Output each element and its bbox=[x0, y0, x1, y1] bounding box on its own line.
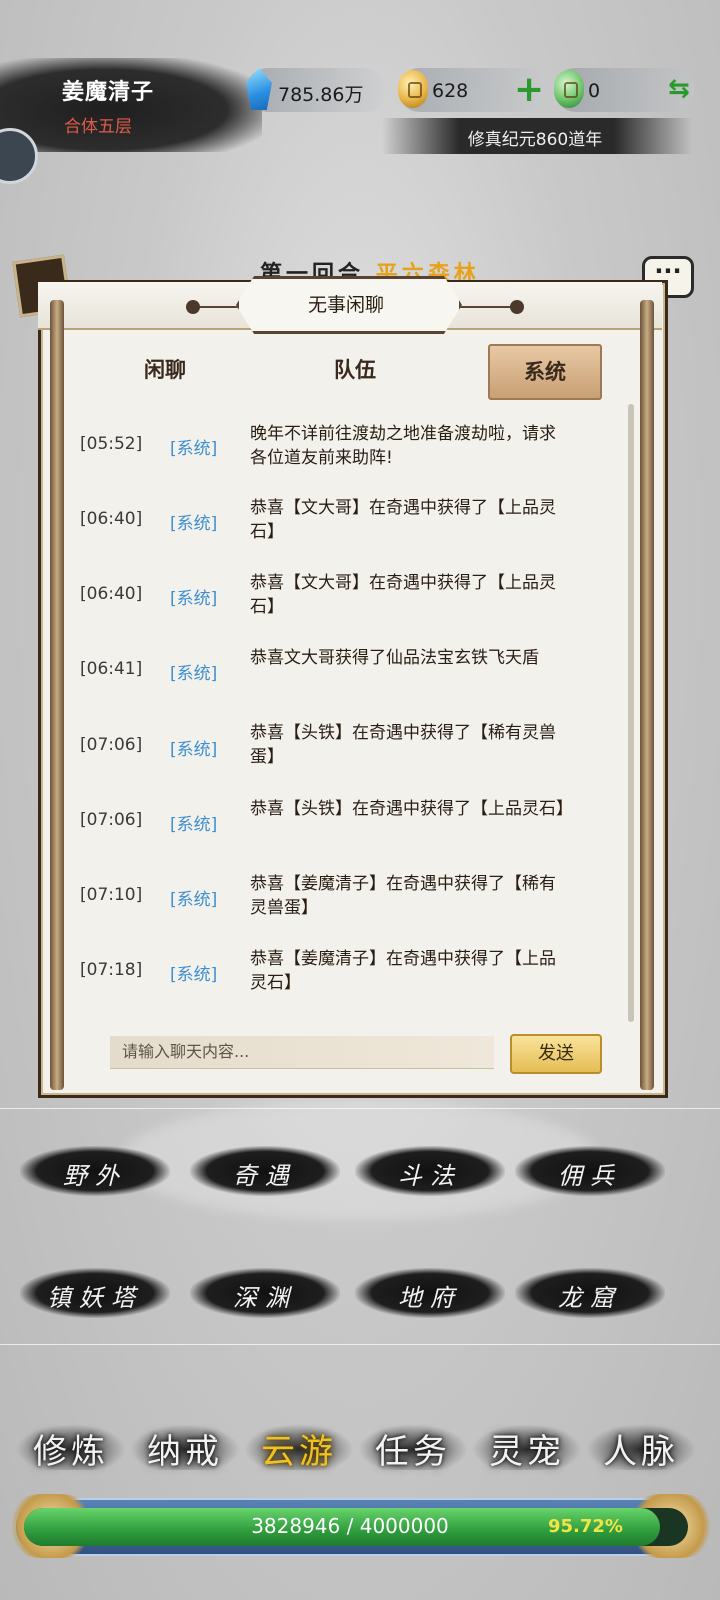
message-time: [07:06] bbox=[80, 735, 143, 755]
message-tag[interactable]: [系统] bbox=[170, 584, 217, 609]
action-mercenary-button[interactable]: 佣兵 bbox=[515, 1156, 665, 1191]
message-time: [06:40] bbox=[80, 584, 143, 604]
message-text: 恭喜【头铁】在奇遇中获得了【稀有灵兽蛋】 bbox=[250, 723, 556, 767]
title-knob-right bbox=[510, 300, 524, 314]
nav-item-cultivate[interactable]: 修炼 bbox=[16, 1424, 126, 1473]
message-tag[interactable]: [系统] bbox=[170, 434, 217, 459]
action-dragon-cave-button[interactable]: 龙窟 bbox=[515, 1278, 665, 1313]
tab-team[interactable]: 队伍 bbox=[300, 344, 410, 396]
message-text: 恭喜【姜魔清子】在奇遇中获得了【上品灵石】 bbox=[250, 949, 556, 993]
send-button[interactable]: 发送 bbox=[510, 1034, 602, 1074]
nav-item-contacts[interactable]: 人脉 bbox=[586, 1424, 696, 1473]
message-tag[interactable]: [系统] bbox=[170, 885, 217, 910]
message-time: [06:41] bbox=[80, 659, 143, 679]
message-text: 恭喜文大哥获得了仙品法宝玄铁飞天盾 bbox=[250, 648, 539, 668]
spirit-stone-count: 785.86万 bbox=[278, 84, 364, 106]
plus-icon[interactable]: + bbox=[514, 72, 544, 108]
message-text: 恭喜【文大哥】在奇遇中获得了【上品灵石】 bbox=[250, 573, 556, 617]
message-text: 恭喜【头铁】在奇遇中获得了【上品灵石】 bbox=[250, 799, 573, 819]
jade-count: 0 bbox=[588, 80, 601, 102]
message-tag[interactable]: [系统] bbox=[170, 810, 217, 835]
scroll-rod-left bbox=[50, 300, 64, 1090]
divider bbox=[0, 1108, 720, 1109]
chat-input[interactable]: 请输入聊天内容... bbox=[110, 1036, 494, 1069]
gold-count: 628 bbox=[432, 80, 469, 102]
message-text: 恭喜【姜魔清子】在奇遇中获得了【稀有灵兽蛋】 bbox=[250, 874, 556, 918]
message-time: [07:18] bbox=[80, 960, 143, 980]
scroll-rod-right bbox=[640, 300, 654, 1090]
xp-percent: 95.72% bbox=[548, 1516, 623, 1537]
action-abyss-button[interactable]: 深渊 bbox=[190, 1278, 340, 1313]
tab-chat[interactable]: 闲聊 bbox=[110, 344, 220, 396]
message-time: [07:10] bbox=[80, 885, 143, 905]
action-adventure-button[interactable]: 奇遇 bbox=[190, 1156, 340, 1191]
action-tower-button[interactable]: 镇妖塔 bbox=[20, 1278, 170, 1313]
gold-coin-icon bbox=[398, 70, 428, 108]
message-tag[interactable]: [系统] bbox=[170, 960, 217, 985]
title-knob-left bbox=[186, 300, 200, 314]
nav-item-travel[interactable]: 云游 bbox=[244, 1424, 354, 1473]
xp-text: 3828946 / 4000000 bbox=[251, 1514, 449, 1538]
nav-item-pets[interactable]: 灵宠 bbox=[472, 1424, 582, 1473]
chat-title: 无事闲聊 bbox=[307, 294, 384, 316]
jade-coin-icon bbox=[554, 70, 584, 108]
message-time: [05:52] bbox=[80, 434, 143, 454]
message-tag[interactable]: [系统] bbox=[170, 509, 217, 534]
player-name: 姜魔清子 bbox=[62, 80, 155, 105]
tab-system[interactable]: 系统 bbox=[488, 344, 602, 400]
message-text: 恭喜【文大哥】在奇遇中获得了【上品灵石】 bbox=[250, 498, 556, 542]
swap-icon[interactable]: ⇆ bbox=[668, 74, 690, 104]
era-text: 修真纪元860道年 bbox=[467, 130, 603, 150]
message-scrollbar[interactable] bbox=[628, 404, 634, 1022]
action-wild-button[interactable]: 野外 bbox=[20, 1156, 170, 1191]
action-duel-button[interactable]: 斗法 bbox=[355, 1156, 505, 1191]
player-realm: 合体五层 bbox=[64, 117, 132, 137]
message-time: [06:40] bbox=[80, 509, 143, 529]
nav-item-ring[interactable]: 纳戒 bbox=[130, 1424, 240, 1473]
message-tag[interactable]: [系统] bbox=[170, 659, 217, 684]
message-text: 晚年不详前往渡劫之地准备渡劫啦，请求各位道友前来助阵! bbox=[250, 424, 556, 468]
message-tag[interactable]: [系统] bbox=[170, 735, 217, 760]
action-underworld-button[interactable]: 地府 bbox=[355, 1278, 505, 1313]
message-time: [07:06] bbox=[80, 810, 143, 830]
nav-item-tasks[interactable]: 任务 bbox=[358, 1424, 468, 1473]
divider bbox=[0, 1344, 720, 1345]
